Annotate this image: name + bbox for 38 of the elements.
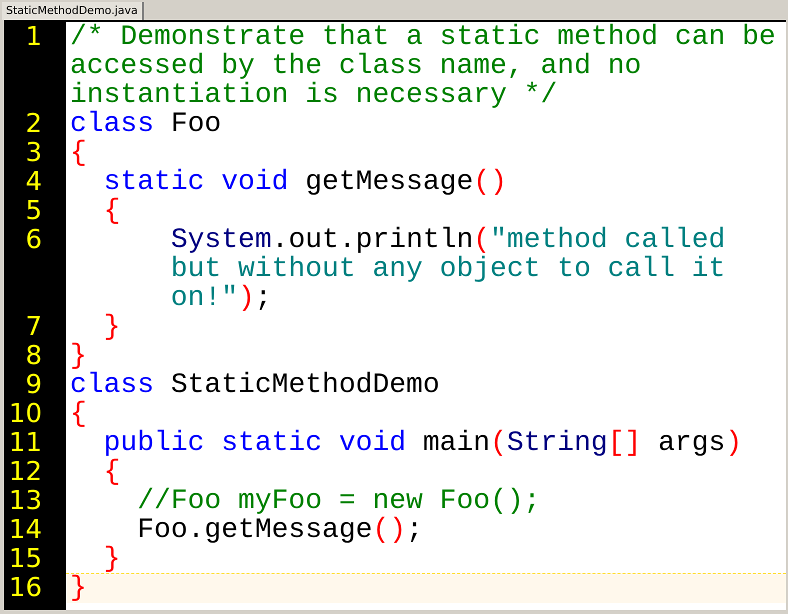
line-number: 4 bbox=[24, 168, 43, 197]
code-line: class Foo bbox=[70, 109, 222, 140]
code-line: } bbox=[70, 573, 87, 604]
line-number: 16 bbox=[8, 574, 43, 603]
line-number: 12 bbox=[8, 458, 43, 487]
code-editor[interactable] bbox=[4, 20, 786, 610]
code-line: { bbox=[70, 138, 87, 169]
code-line: Foo.getMessage(); bbox=[136, 515, 423, 546]
line-number: 11 bbox=[8, 429, 43, 458]
code-line: but without any object to call it bbox=[170, 254, 726, 285]
code-line: on!"); bbox=[170, 283, 272, 314]
line-number: 3 bbox=[24, 139, 43, 168]
line-number: 6 bbox=[24, 226, 43, 257]
line-number: 10 bbox=[8, 400, 43, 429]
code-line: //Foo myFoo = new Foo(); bbox=[136, 486, 540, 517]
line-number: 7 bbox=[24, 313, 43, 342]
code-line: class StaticMethodDemo bbox=[70, 370, 440, 401]
code-line: { bbox=[70, 399, 87, 430]
line-number: 13 bbox=[8, 487, 43, 516]
line-number: 14 bbox=[8, 516, 43, 545]
line-number: 8 bbox=[24, 342, 43, 371]
code-line: accessed by the class name, and no bbox=[70, 51, 642, 82]
line-number: 5 bbox=[24, 197, 43, 226]
code-line: static void getMessage() bbox=[102, 167, 507, 198]
line-number: 1 bbox=[24, 23, 43, 54]
file-tab[interactable]: StaticMethodDemo.java bbox=[2, 2, 144, 20]
code-line: public static void main(String[] args) bbox=[102, 428, 742, 459]
code-line: /* Demonstrate that a static method can be bbox=[70, 22, 776, 53]
line-number: 2 bbox=[24, 110, 43, 139]
code-line: } bbox=[70, 341, 87, 372]
line-number: 9 bbox=[24, 371, 43, 400]
code-line: { bbox=[102, 196, 120, 227]
code-line: { bbox=[102, 457, 120, 488]
code-line: System.out.println("method called bbox=[170, 225, 726, 256]
line-number: 15 bbox=[8, 545, 43, 574]
code-line: instantiation is necessary */ bbox=[70, 80, 558, 111]
code-line: } bbox=[102, 312, 120, 343]
code-line: } bbox=[102, 544, 120, 575]
